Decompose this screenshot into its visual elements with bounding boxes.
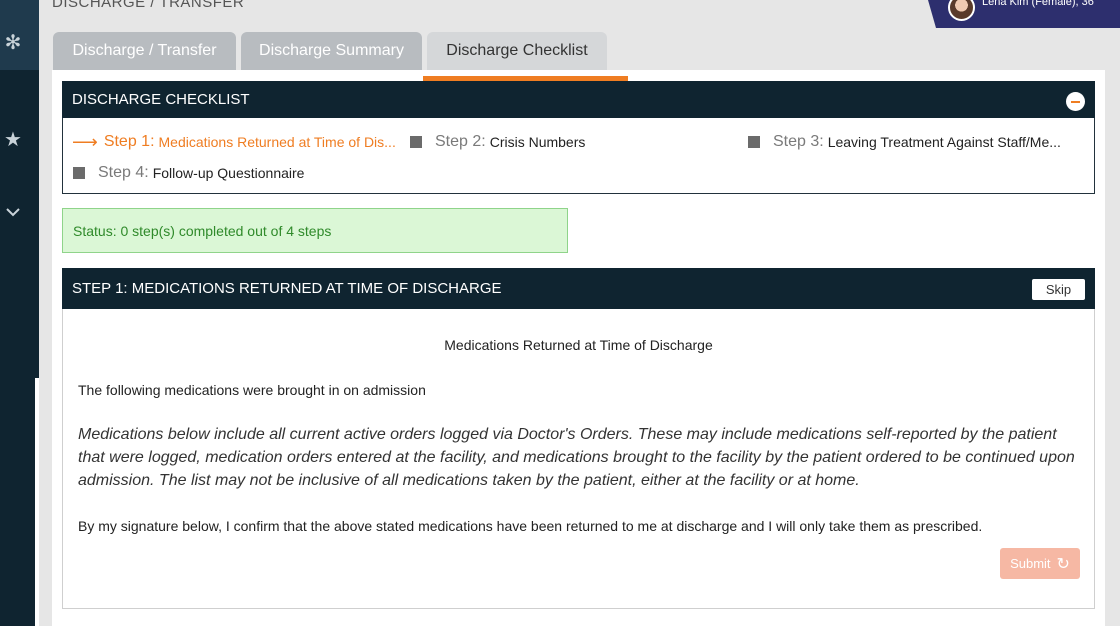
sidebar-edge	[35, 378, 39, 626]
step-number: Step 1:	[103, 133, 155, 150]
patient-name: Lena Kim (Female), 36	[982, 0, 1094, 8]
tab-discharge-summary[interactable]: Discharge Summary	[241, 32, 422, 70]
step-panel-header: STEP 1: MEDICATIONS RETURNED AT TIME OF …	[62, 268, 1095, 309]
minus-circle-icon[interactable]	[1066, 92, 1085, 111]
submit-label: Submit	[1010, 556, 1051, 571]
checklist-title: DISCHARGE CHECKLIST	[72, 91, 250, 108]
refresh-icon: ↻	[1056, 555, 1070, 573]
submit-button[interactable]: Submit ↻	[1000, 548, 1080, 579]
steps-list: ⟶ Step 1: Medications Returned at Time o…	[62, 118, 1095, 194]
arrow-right-icon: ⟶	[72, 132, 98, 152]
step-number: Step 4:	[98, 164, 149, 181]
form-intro: The following medications were brought i…	[78, 382, 426, 398]
chevron-down-icon[interactable]	[0, 200, 26, 223]
form-note: Medications below include all current ac…	[78, 426, 1075, 489]
step-marker	[410, 136, 422, 148]
step-1[interactable]: ⟶ Step 1: Medications Returned at Time o…	[72, 133, 396, 151]
step-form: Medications Returned at Time of Discharg…	[62, 309, 1095, 609]
skip-button[interactable]: Skip	[1032, 279, 1085, 300]
left-sidebar: ✻ ★	[0, 0, 39, 626]
checklist-header: DISCHARGE CHECKLIST	[62, 81, 1095, 118]
breadcrumb: DISCHARGE / TRANSFER	[52, 0, 245, 11]
star-icon[interactable]: ★	[0, 127, 26, 152]
patient-chip[interactable]: Lena Kim (Female), 36	[928, 0, 1120, 28]
form-title: Medications Returned at Time of Discharg…	[444, 337, 713, 353]
step-3[interactable]: Step 3: Leaving Treatment Against Staff/…	[748, 133, 1061, 151]
avatar	[948, 0, 975, 21]
step-number: Step 2:	[435, 133, 486, 150]
step-name: Follow-up Questionnaire	[152, 165, 305, 181]
step-name: Leaving Treatment Against Staff/Me...	[827, 134, 1061, 150]
step-marker	[73, 167, 85, 179]
step-marker	[748, 136, 760, 148]
network-icon[interactable]: ✻	[0, 30, 26, 55]
form-confirmation: By my signature below, I confirm that th…	[78, 518, 983, 534]
step-2[interactable]: Step 2: Crisis Numbers	[410, 133, 585, 151]
step-number: Step 3:	[773, 133, 824, 150]
tab-discharge-transfer[interactable]: Discharge / Transfer	[53, 32, 236, 70]
step-name: Medications Returned at Time of Dis...	[158, 134, 396, 150]
status-badge: Status: 0 step(s) completed out of 4 ste…	[62, 208, 568, 253]
step-panel-title: STEP 1: MEDICATIONS RETURNED AT TIME OF …	[72, 280, 502, 297]
tab-discharge-checklist[interactable]: Discharge Checklist	[427, 32, 607, 70]
step-name: Crisis Numbers	[489, 134, 586, 150]
step-4[interactable]: Step 4: Follow-up Questionnaire	[73, 164, 304, 182]
